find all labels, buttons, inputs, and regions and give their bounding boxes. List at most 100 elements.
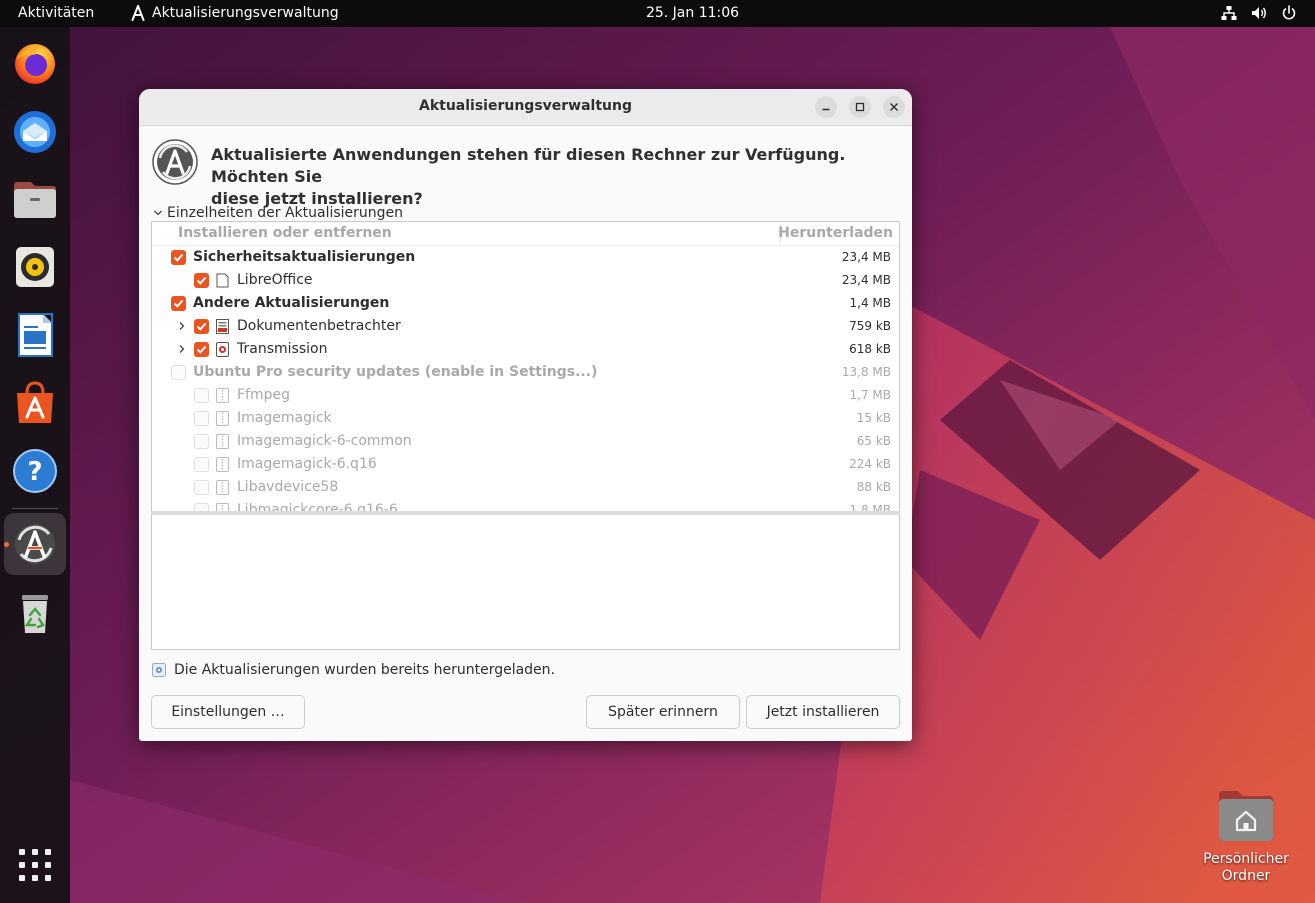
check-icon	[173, 253, 184, 262]
dock-firefox[interactable]	[4, 32, 66, 94]
package-icon	[216, 273, 229, 288]
tree-row-size: 15 kB	[856, 411, 891, 425]
checkbox-ubuntu-pro	[171, 365, 186, 380]
checkbox-libavdevice58	[194, 480, 209, 495]
minimize-icon	[822, 108, 830, 111]
checkbox-imagemagick	[194, 411, 209, 426]
firefox-icon	[15, 44, 55, 84]
tree-row-libreoffice[interactable]: LibreOffice 23,4 MB	[152, 269, 899, 292]
software-updater-icon	[15, 524, 55, 564]
document-viewer-icon	[216, 319, 229, 334]
libreoffice-writer-icon	[18, 313, 53, 357]
minimize-button[interactable]	[815, 96, 837, 118]
tree-header: Installieren oder entfernen Herunterlade…	[152, 222, 899, 246]
checkbox-imagemagick-6-q16	[194, 457, 209, 472]
tree-row-label: Sicherheitsaktualisierungen	[193, 249, 416, 265]
tree-row-document-viewer[interactable]: Dokumentenbetrachter 759 kB	[152, 315, 899, 338]
remind-later-button[interactable]: Später erinnern	[586, 695, 740, 729]
app-menu-label: Aktualisierungsverwaltung	[152, 5, 339, 21]
tree-row-label: Andere Aktualisierungen	[193, 295, 390, 311]
tree-row-libavdevice58: Libavdevice58 88 kB	[152, 476, 899, 499]
check-icon	[173, 299, 184, 308]
dock-help[interactable]: ?	[4, 440, 66, 502]
tree-row-size: 759 kB	[849, 319, 891, 333]
install-now-button[interactable]: Jetzt installieren	[746, 695, 900, 729]
checkbox-transmission[interactable]	[194, 342, 209, 357]
package-zip-icon	[216, 434, 229, 449]
software-updater-small-icon	[131, 5, 145, 21]
show-apps-button[interactable]	[19, 849, 51, 881]
checkbox-security[interactable]	[171, 250, 186, 265]
tree-row-size: 618 kB	[849, 342, 891, 356]
expand-chevron-icon[interactable]	[177, 321, 187, 331]
thunderbird-icon	[14, 111, 56, 153]
check-icon	[196, 345, 207, 354]
svg-text:?: ?	[27, 457, 42, 487]
tree-row-imagemagick-6-common: Imagemagick-6-common 65 kB	[152, 430, 899, 453]
window-title: Aktualisierungsverwaltung	[418, 98, 633, 114]
tree-row-other-updates[interactable]: Andere Aktualisierungen 1,4 MB	[152, 292, 899, 315]
tree-row-label: Ffmpeg	[237, 387, 291, 403]
column-header-name[interactable]: Installieren oder entfernen	[178, 225, 392, 241]
updates-tree[interactable]: Installieren oder entfernen Herunterlade…	[151, 221, 900, 512]
checkbox-libreoffice[interactable]	[194, 273, 209, 288]
dock-thunderbird[interactable]	[4, 100, 66, 162]
info-icon	[152, 663, 166, 677]
top-bar: Aktivitäten Aktualisierungsverwaltung 25…	[0, 0, 1315, 27]
package-zip-icon	[216, 388, 229, 403]
description-pane[interactable]	[151, 515, 900, 650]
dock-files[interactable]	[4, 168, 66, 230]
details-expander-label: Einzelheiten der Aktualisierungen	[167, 205, 404, 221]
volume-icon[interactable]	[1251, 5, 1267, 21]
close-button[interactable]	[883, 96, 905, 118]
checkbox-other-updates[interactable]	[171, 296, 186, 311]
tree-row-label: Dokumentenbetrachter	[237, 318, 401, 334]
tree-row-size: 1,7 MB	[849, 388, 891, 402]
software-updater-window: Aktualisierungsverwaltung Aktualisierte …	[139, 89, 912, 741]
dock-app-center[interactable]	[4, 372, 66, 434]
tree-row-size: 23,4 MB	[841, 273, 891, 287]
tree-row-imagemagick: Imagemagick 15 kB	[152, 407, 899, 430]
tree-row-label: Imagemagick-6.q16	[237, 456, 377, 472]
checkbox-ffmpeg	[194, 388, 209, 403]
tree-row-transmission[interactable]: Transmission 618 kB	[152, 338, 899, 361]
maximize-button[interactable]	[849, 96, 871, 118]
tree-row-size: 13,8 MB	[841, 365, 891, 379]
tree-row-security[interactable]: Sicherheitsaktualisierungen 23,4 MB	[152, 246, 899, 269]
activities-button[interactable]: Aktivitäten	[18, 5, 94, 21]
checkbox-document-viewer[interactable]	[194, 319, 209, 334]
status-line: Die Aktualisierungen wurden bereits heru…	[152, 662, 555, 678]
dock-trash[interactable]	[4, 582, 66, 644]
home-folder-label-line2: Ordner	[1221, 868, 1271, 884]
app-center-icon	[17, 381, 53, 423]
tree-row-size: 1,4 MB	[849, 296, 891, 310]
home-folder-label-line1: Persönlicher	[1203, 851, 1289, 867]
settings-button[interactable]: Einstellungen …	[151, 695, 305, 729]
dock-libreoffice-writer[interactable]	[4, 304, 66, 366]
window-titlebar[interactable]: Aktualisierungsverwaltung	[139, 89, 912, 126]
headline-line1: Aktualisierte Anwendungen stehen für die…	[211, 145, 846, 186]
tree-row-size: 88 kB	[856, 480, 891, 494]
package-zip-icon	[216, 480, 229, 495]
dock-rhythmbox[interactable]	[4, 236, 66, 298]
desktop-home-folder[interactable]: Persönlicher Ordner	[1196, 787, 1296, 885]
details-expander[interactable]: Einzelheiten der Aktualisierungen	[153, 205, 403, 221]
tree-row-label: Transmission	[237, 341, 328, 357]
package-zip-icon	[216, 457, 229, 472]
check-icon	[196, 322, 207, 331]
clock[interactable]: 25. Jan 11:06	[646, 5, 739, 21]
system-tray[interactable]	[1221, 5, 1297, 21]
update-header: Aktualisierte Anwendungen stehen für die…	[151, 138, 901, 210]
tree-row-ffmpeg: Ffmpeg 1,7 MB	[152, 384, 899, 407]
tree-row-imagemagick-6-q16: Imagemagick-6.q16 224 kB	[152, 453, 899, 476]
check-icon	[196, 276, 207, 285]
network-icon[interactable]	[1221, 5, 1237, 21]
dock-software-updater[interactable]	[4, 513, 66, 575]
expand-chevron-icon[interactable]	[177, 344, 187, 354]
checkbox-imagemagick-6-common	[194, 434, 209, 449]
dock: ?	[0, 27, 70, 903]
tree-row-label: LibreOffice	[237, 272, 313, 288]
column-header-size[interactable]: Herunterladen	[778, 225, 893, 241]
app-menu[interactable]: Aktualisierungsverwaltung	[130, 5, 339, 21]
power-icon[interactable]	[1281, 5, 1297, 21]
